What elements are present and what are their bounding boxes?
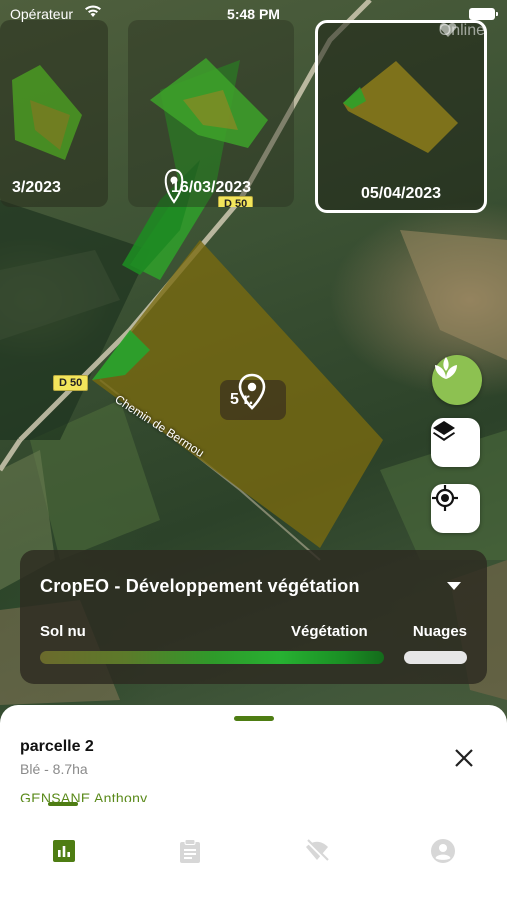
clock: 5:48 PM [227,6,280,22]
parcel-marker[interactable]: 5 r. [220,373,286,420]
locate-icon [432,485,458,511]
leaf-icon [435,357,457,379]
legend-label-vegetation: Végétation [291,623,368,640]
legend-label-bare: Sol nu [40,623,86,640]
sheet-handle[interactable] [234,716,274,721]
thumbnail-date: 16/03/2023 [170,179,252,196]
parcel-sheet[interactable]: parcelle 2 Blé - 8.7ha GENSANE Anthony [0,705,507,806]
parcel-info: Blé - 8.7ha [20,761,88,777]
thumbnail-date: 05/04/2023 [360,185,442,202]
battery-icon [469,8,498,20]
tab-indicator [48,802,78,806]
chart-icon[interactable] [51,838,77,864]
date-thumbnail[interactable]: D 50 16/03/2023 [128,20,294,207]
clipboard-icon[interactable] [177,838,203,864]
road-label: D 50 [53,375,89,391]
no-signal-icon[interactable] [304,838,330,864]
parcel-preview [343,61,458,153]
legend-label-clouds: Nuages [412,623,467,640]
status-bar: Opérateur 5:48 PM [0,0,507,28]
vegetation-button[interactable] [432,355,482,405]
cloud-swatch [404,651,467,664]
date-thumbnail[interactable]: 3/2023 [0,20,108,207]
vegetation-gradient [40,651,384,664]
date-thumbnail-selected[interactable]: 05/04/2023 [315,20,487,213]
layer-selector-title[interactable]: CropEO - Développement végétation [40,576,360,597]
parcel-name: parcelle 2 [20,738,94,755]
close-icon[interactable] [453,747,475,769]
locate-button[interactable] [431,484,480,533]
tab-bar [0,802,507,900]
legend-panel: CropEO - Développement végétation Sol nu… [20,550,487,684]
user-icon[interactable] [430,838,456,864]
road-label: D 50 [218,196,254,207]
thumbnail-date: 3/2023 [12,179,61,196]
layers-icon [433,421,455,441]
layers-button[interactable] [431,418,480,467]
chevron-down-icon[interactable] [447,582,461,590]
location-pin-icon [238,373,266,410]
